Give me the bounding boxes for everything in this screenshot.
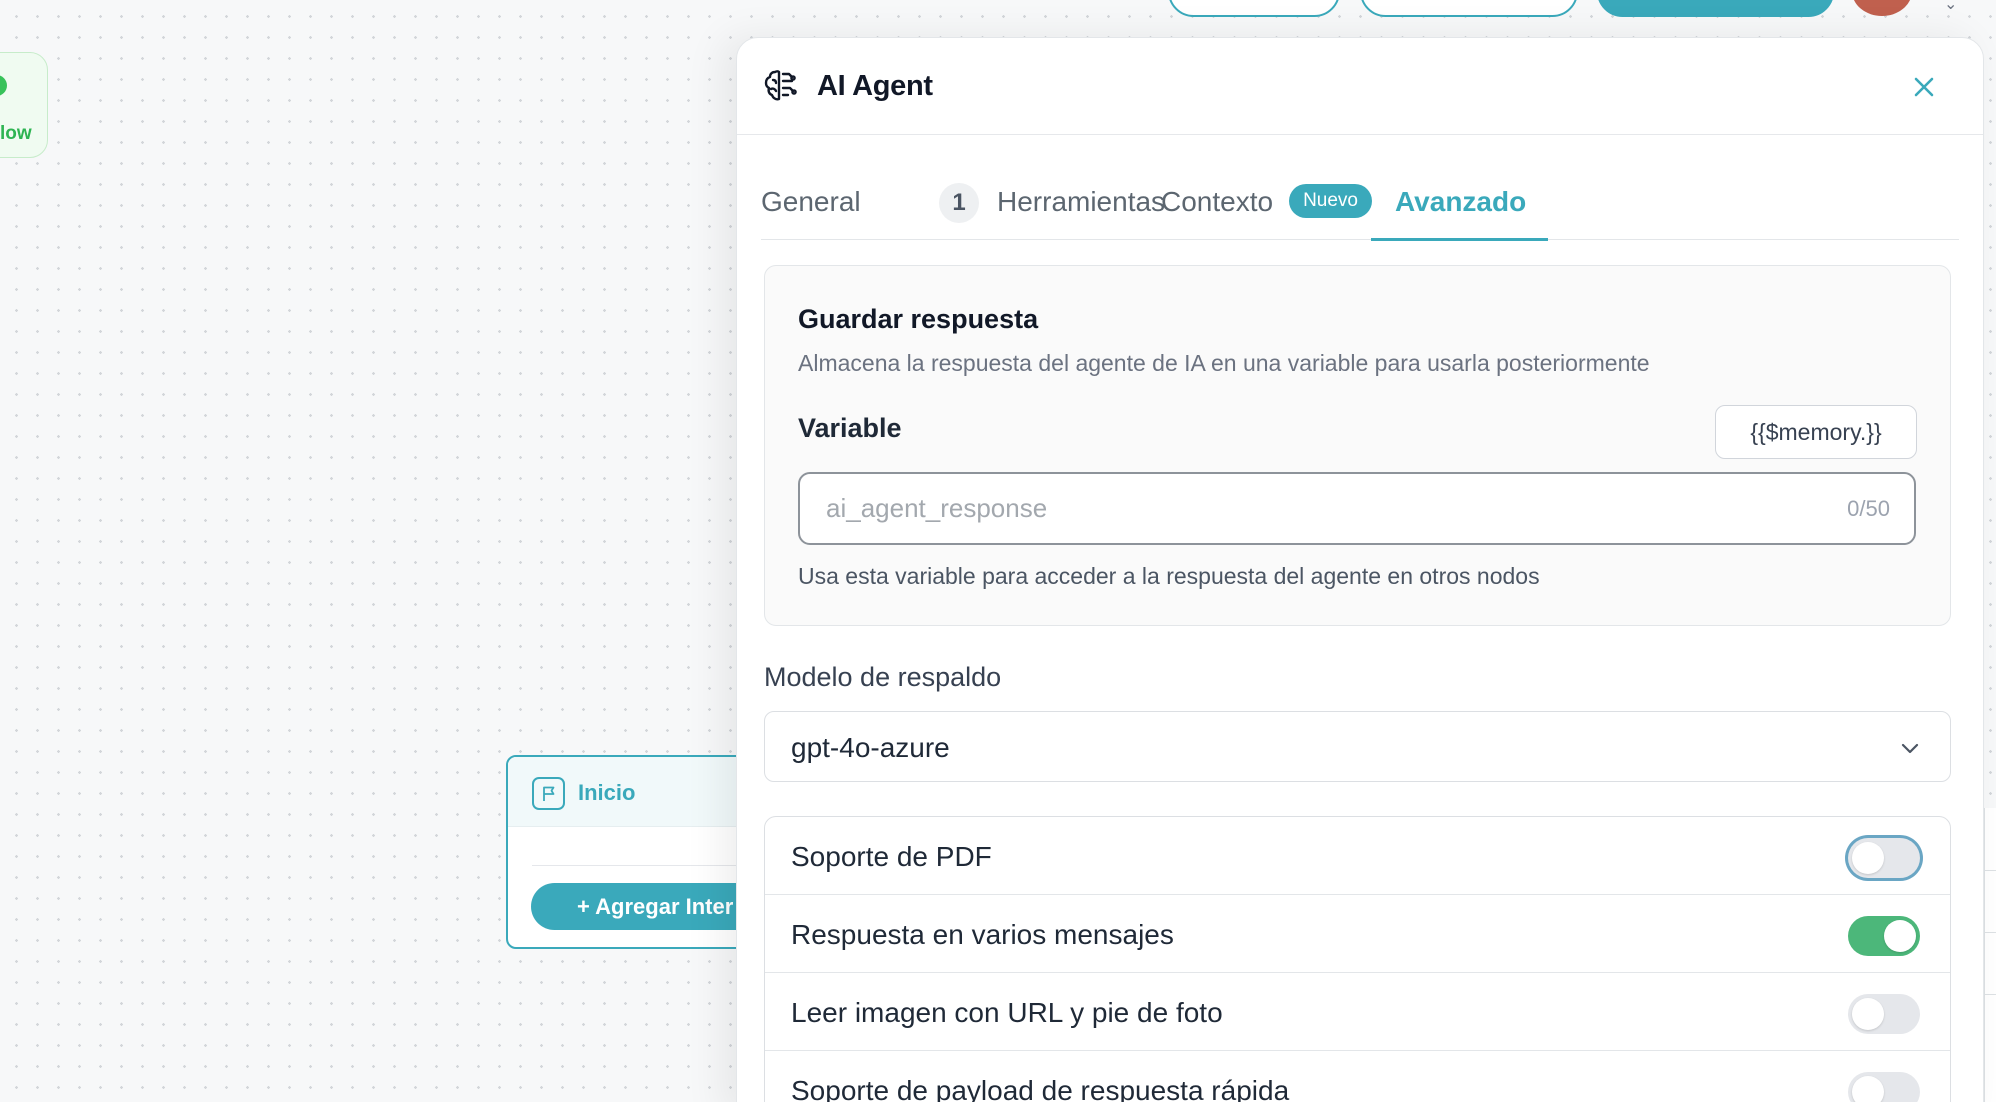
section-description: Almacena la respuesta del agente de IA e… [798,350,1650,376]
tab-avanzado[interactable]: Avanzado [1371,178,1548,241]
image-url-toggle[interactable] [1848,994,1920,1034]
start-node[interactable]: Inicio + Agregar Inter [506,755,746,949]
tab-label: Contexto [1161,186,1274,217]
tab-label: Herramientas [997,186,1166,217]
tab-herramientas[interactable]: 1 Herramientas [939,178,1165,240]
option-label: Respuesta en varios mensajes [791,919,1174,950]
fallback-model-label: Modelo de respaldo [764,662,1002,692]
close-icon[interactable] [1913,76,1935,98]
option-label: Soporte de payload de respuesta rápida [791,1075,1290,1102]
variable-input[interactable] [800,474,1914,543]
toolbar-button-2[interactable] [1360,0,1578,17]
option-row-image-url: Leer imagen con URL y pie de foto [765,973,1950,1051]
chevron-down-icon[interactable]: ⌄ [1944,0,1957,14]
option-label: Soporte de PDF [791,841,992,872]
tab-count-badge: 1 [939,183,979,223]
variable-input-wrapper: 0/50 [798,472,1916,545]
char-counter: 0/50 [1847,496,1890,521]
toggle-knob [1884,920,1916,952]
variable-label: Variable [798,413,902,443]
chevron-down-icon [1901,743,1919,754]
start-node-title: Inicio [578,780,636,805]
tab-general[interactable]: General [761,178,861,240]
new-badge: Nuevo [1289,184,1372,218]
option-row-quick-reply: Soporte de payload de respuesta rápida [765,1051,1950,1102]
tab-label: Avanzado [1395,186,1527,217]
flow-node-label: low [0,123,32,144]
divider [1984,932,1996,933]
start-node-header: Inicio [508,757,744,827]
tab-bar: General 1 Herramientas Contexto Nuevo Av… [761,178,1959,241]
panel-title: AI Agent [817,70,933,102]
multi-message-toggle[interactable] [1848,916,1920,956]
section-title: Guardar respuesta [798,304,1039,334]
selected-model: gpt-4o-azure [791,732,950,763]
options-list: Soporte de PDF Respuesta en varios mensa… [764,816,1951,1102]
ai-agent-panel: AI Agent General 1 Herramientas Contexto… [736,37,1984,1102]
add-interaction-button[interactable]: + Agregar Inter [531,883,744,930]
fallback-model-select[interactable]: gpt-4o-azure [764,711,1951,782]
toggle-knob [1852,998,1884,1030]
option-row-pdf: Soporte de PDF [765,817,1950,895]
toolbar-primary-button[interactable] [1597,0,1834,17]
flag-icon [532,777,565,810]
divider [1984,994,1996,995]
divider [532,865,744,866]
brain-icon [761,66,801,106]
memory-variable-button[interactable]: {{$memory.}} [1715,405,1917,459]
option-label: Leer imagen con URL y pie de foto [791,997,1223,1028]
toolbar-button-1[interactable] [1168,0,1340,17]
toggle-knob [1852,1076,1884,1102]
pdf-support-toggle[interactable] [1848,838,1920,878]
variable-help-text: Usa esta variable para acceder a la resp… [798,563,1540,589]
close-button[interactable] [1907,70,1941,104]
right-edge-panel [1984,808,1996,1102]
tab-contexto[interactable]: Contexto Nuevo [1161,178,1372,240]
option-row-multi-message: Respuesta en varios mensajes [765,895,1950,973]
divider [1984,870,1996,871]
tab-label: General [761,186,861,217]
save-response-card: Guardar respuesta Almacena la respuesta … [764,265,1951,626]
panel-header: AI Agent [737,38,1983,135]
toggle-knob [1852,842,1884,874]
quick-reply-toggle[interactable] [1848,1072,1920,1102]
